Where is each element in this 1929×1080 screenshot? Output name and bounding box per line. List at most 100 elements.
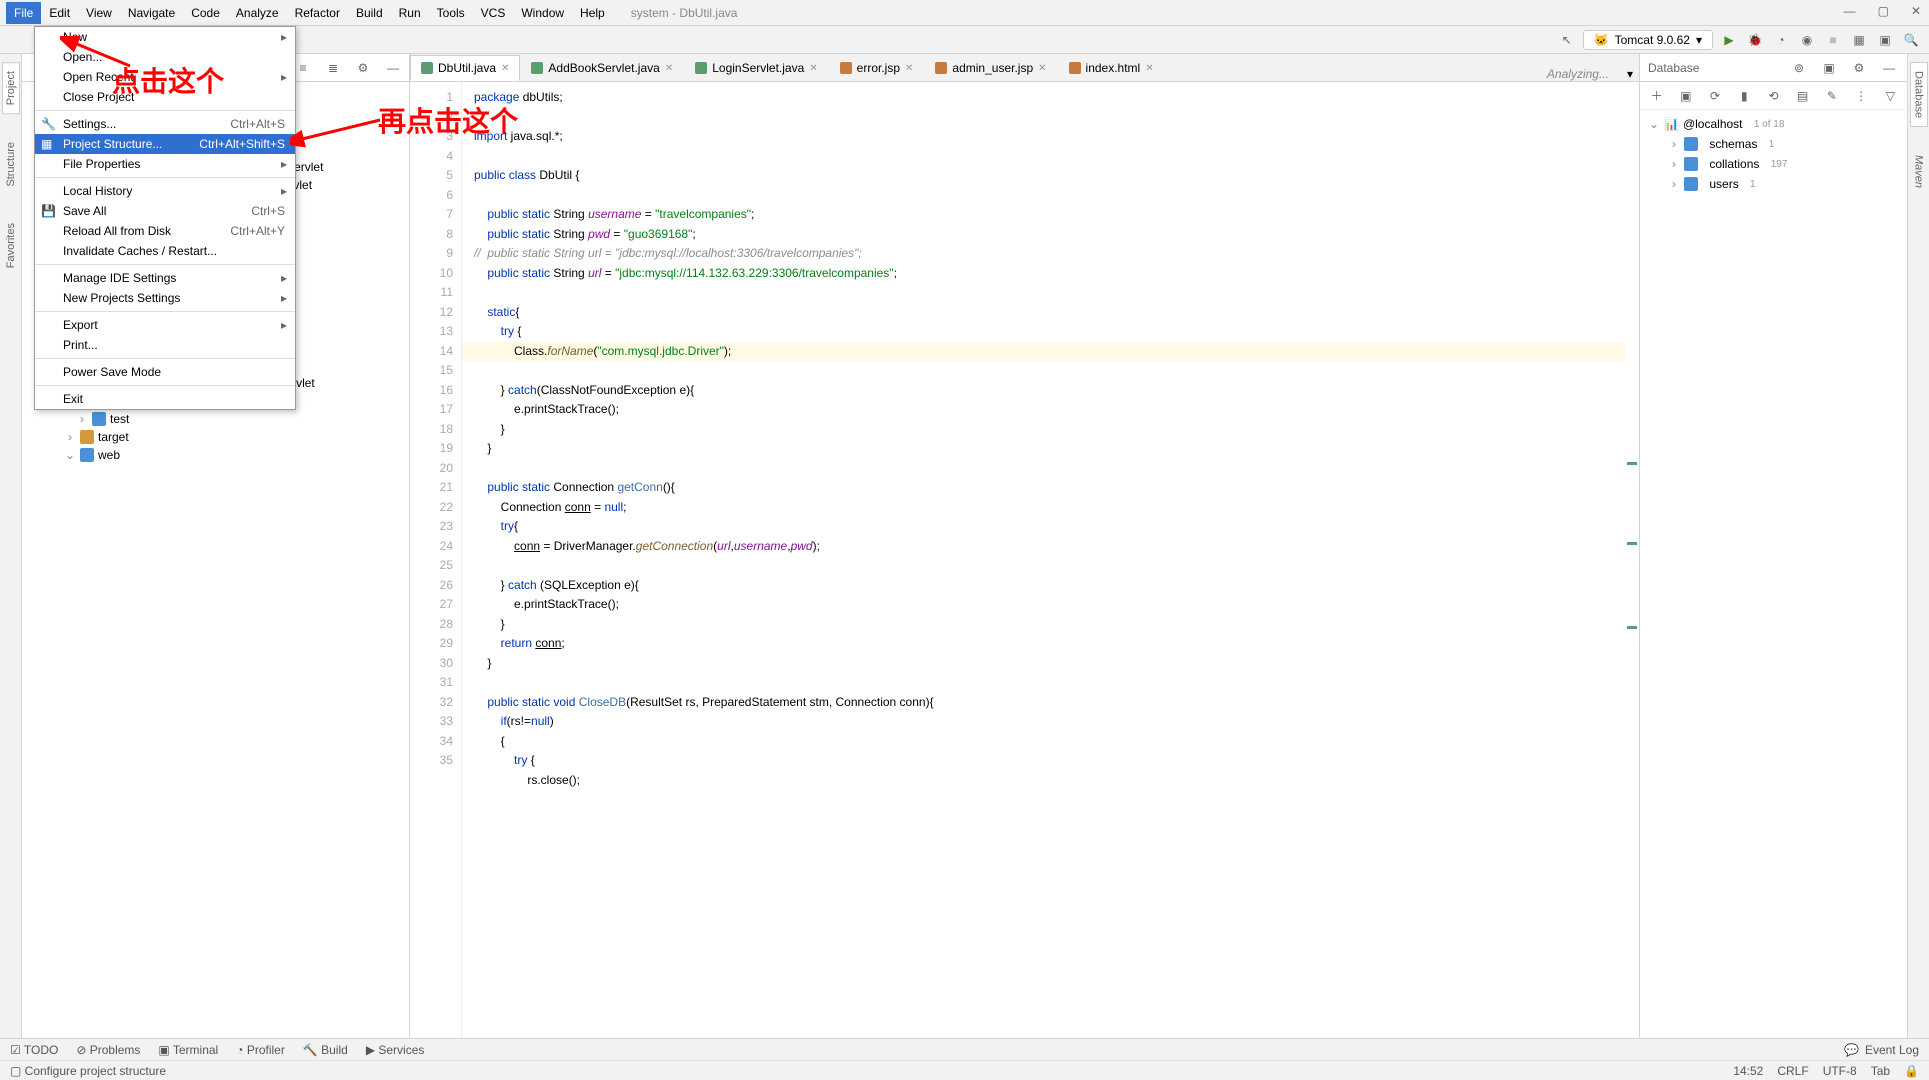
collapse-icon[interactable]: ≣	[323, 58, 343, 78]
editor-tab[interactable]: DbUtil.java✕	[410, 55, 520, 81]
menu-item-open-[interactable]: Open...	[35, 47, 295, 67]
edit-icon[interactable]: ✎	[1823, 86, 1840, 106]
gear-icon[interactable]: ⚙	[353, 58, 373, 78]
back-icon[interactable]: ↖	[1557, 30, 1577, 50]
menu-item-file-properties[interactable]: File Properties▸	[35, 154, 295, 174]
menu-item-open-recent[interactable]: Open Recent▸	[35, 67, 295, 87]
db-users[interactable]: › users 1	[1648, 174, 1899, 194]
tab-favorites[interactable]: Favorites	[3, 215, 19, 276]
debug-icon[interactable]: 🐞	[1745, 30, 1765, 50]
editor-tab[interactable]: admin_user.jsp✕	[924, 55, 1057, 81]
run-config-selector[interactable]: 🐱 Tomcat 9.0.62 ▾	[1583, 30, 1713, 50]
filter-icon[interactable]: ▽	[1882, 86, 1899, 106]
minimize-icon[interactable]: —	[1844, 4, 1856, 18]
db-dock-icon[interactable]: ▣	[1819, 58, 1839, 78]
menu-item-reload-all-from-disk[interactable]: Reload All from DiskCtrl+Alt+Y	[35, 221, 295, 241]
tab-build-bottom[interactable]: 🔨 Build	[303, 1043, 348, 1057]
menu-item-print-[interactable]: Print...	[35, 335, 295, 355]
structure-icon[interactable]: ▦	[1849, 30, 1869, 50]
duplicate-icon[interactable]: ▣	[1677, 86, 1694, 106]
close-tab-icon[interactable]: ✕	[1038, 63, 1046, 74]
database-title: Database	[1648, 61, 1699, 75]
close-tab-icon[interactable]: ✕	[905, 63, 913, 74]
status-crlf[interactable]: CRLF	[1777, 1064, 1808, 1078]
rollback-icon[interactable]: ⟲	[1765, 86, 1782, 106]
tab-maven[interactable]: Maven	[1911, 147, 1927, 196]
menu-item-new[interactable]: New▸	[35, 27, 295, 47]
menu-code[interactable]: Code	[183, 2, 228, 24]
search-icon[interactable]: 🔍	[1901, 30, 1921, 50]
close-tab-icon[interactable]: ✕	[665, 63, 673, 74]
db-root[interactable]: ⌄📊 @localhost 1 of 18	[1648, 114, 1899, 134]
db-schemas[interactable]: › schemas 1	[1648, 134, 1899, 154]
close-icon[interactable]: ✕	[1911, 4, 1921, 18]
menu-item-project-structure-[interactable]: ▦Project Structure...Ctrl+Alt+Shift+S	[35, 134, 295, 154]
event-log[interactable]: 💬 Event Log	[1844, 1043, 1919, 1057]
menu-build[interactable]: Build	[348, 2, 391, 24]
menu-item-power-save-mode[interactable]: Power Save Mode	[35, 362, 295, 382]
menu-item-invalidate-caches-restart-[interactable]: Invalidate Caches / Restart...	[35, 241, 295, 261]
chevron-down-icon[interactable]: ▾	[1621, 67, 1639, 81]
close-tab-icon[interactable]: ✕	[1145, 63, 1153, 74]
menu-item-export[interactable]: Export▸	[35, 315, 295, 335]
menu-item-save-all[interactable]: 💾Save AllCtrl+S	[35, 201, 295, 221]
tab-todo[interactable]: ☑ TODO	[10, 1043, 58, 1057]
tab-problems[interactable]: ⊘ Problems	[76, 1043, 140, 1057]
editor-tab[interactable]: index.html✕	[1058, 55, 1165, 81]
code-area[interactable]: package dbUtils; import java.sql.*; publ…	[462, 82, 1625, 1038]
menu-window[interactable]: Window	[513, 2, 572, 24]
menu-item-settings-[interactable]: 🔧Settings...Ctrl+Alt+S	[35, 114, 295, 134]
menu-item-close-project[interactable]: Close Project	[35, 87, 295, 107]
gear-icon[interactable]: ⚙	[1849, 58, 1869, 78]
tab-project[interactable]: Project	[2, 62, 20, 114]
hide-icon[interactable]: —	[383, 58, 403, 78]
menu-tools[interactable]: Tools	[429, 2, 473, 24]
tab-structure[interactable]: Structure	[3, 134, 19, 195]
tree-item[interactable]: ›test	[22, 410, 409, 428]
menu-help[interactable]: Help	[572, 2, 613, 24]
hide-icon[interactable]: —	[1879, 58, 1899, 78]
right-sidebar: Database Maven	[1907, 54, 1929, 1038]
tree-item[interactable]: ⌄web	[22, 446, 409, 464]
menu-item-local-history[interactable]: Local History▸	[35, 181, 295, 201]
db-collations[interactable]: › collations 197	[1648, 154, 1899, 174]
stop-icon[interactable]: ▮	[1736, 86, 1753, 106]
editor-tab[interactable]: AddBookServlet.java✕	[520, 55, 684, 81]
status-tab[interactable]: Tab	[1871, 1064, 1890, 1078]
profile-icon[interactable]: ◉	[1797, 30, 1817, 50]
coverage-icon[interactable]: ◔	[1771, 30, 1791, 50]
menu-view[interactable]: View	[78, 2, 120, 24]
tree-item[interactable]: ›target	[22, 428, 409, 446]
editor-tabs: DbUtil.java✕AddBookServlet.java✕LoginSer…	[410, 54, 1639, 82]
close-tab-icon[interactable]: ✕	[809, 63, 817, 74]
expand-icon[interactable]: ≡	[293, 58, 313, 78]
status-time: 14:52	[1733, 1064, 1763, 1078]
close-tab-icon[interactable]: ✕	[501, 63, 509, 74]
tab-services[interactable]: ▶ Services	[366, 1043, 425, 1057]
tab-terminal[interactable]: ▣ Terminal	[158, 1043, 218, 1057]
menu-navigate[interactable]: Navigate	[120, 2, 183, 24]
more-icon[interactable]: ⋮	[1853, 86, 1870, 106]
menu-vcs[interactable]: VCS	[473, 2, 514, 24]
editor-tab[interactable]: LoginServlet.java✕	[684, 55, 828, 81]
actions-icon[interactable]: ▣	[1875, 30, 1895, 50]
db-target-icon[interactable]: ⊚	[1789, 58, 1809, 78]
console-icon[interactable]: ▤	[1794, 86, 1811, 106]
menu-file[interactable]: File	[6, 2, 41, 24]
menu-item-new-projects-settings[interactable]: New Projects Settings▸	[35, 288, 295, 308]
maximize-icon[interactable]: ▢	[1878, 4, 1889, 18]
menu-item-manage-ide-settings[interactable]: Manage IDE Settings▸	[35, 268, 295, 288]
tab-profiler[interactable]: ◔ Profiler	[236, 1043, 285, 1057]
menu-run[interactable]: Run	[391, 2, 429, 24]
menu-analyze[interactable]: Analyze	[228, 2, 287, 24]
run-icon[interactable]: ▶	[1719, 30, 1739, 50]
refresh-icon[interactable]: ⟳	[1706, 86, 1723, 106]
menu-edit[interactable]: Edit	[41, 2, 78, 24]
menu-refactor[interactable]: Refactor	[287, 2, 348, 24]
status-encoding[interactable]: UTF-8	[1823, 1064, 1857, 1078]
editor-tab[interactable]: error.jsp✕	[829, 55, 925, 81]
stop-icon[interactable]: ■	[1823, 30, 1843, 50]
add-icon[interactable]: ＋	[1648, 86, 1665, 106]
menu-item-exit[interactable]: Exit	[35, 389, 295, 409]
tab-database[interactable]: Database	[1910, 62, 1928, 127]
